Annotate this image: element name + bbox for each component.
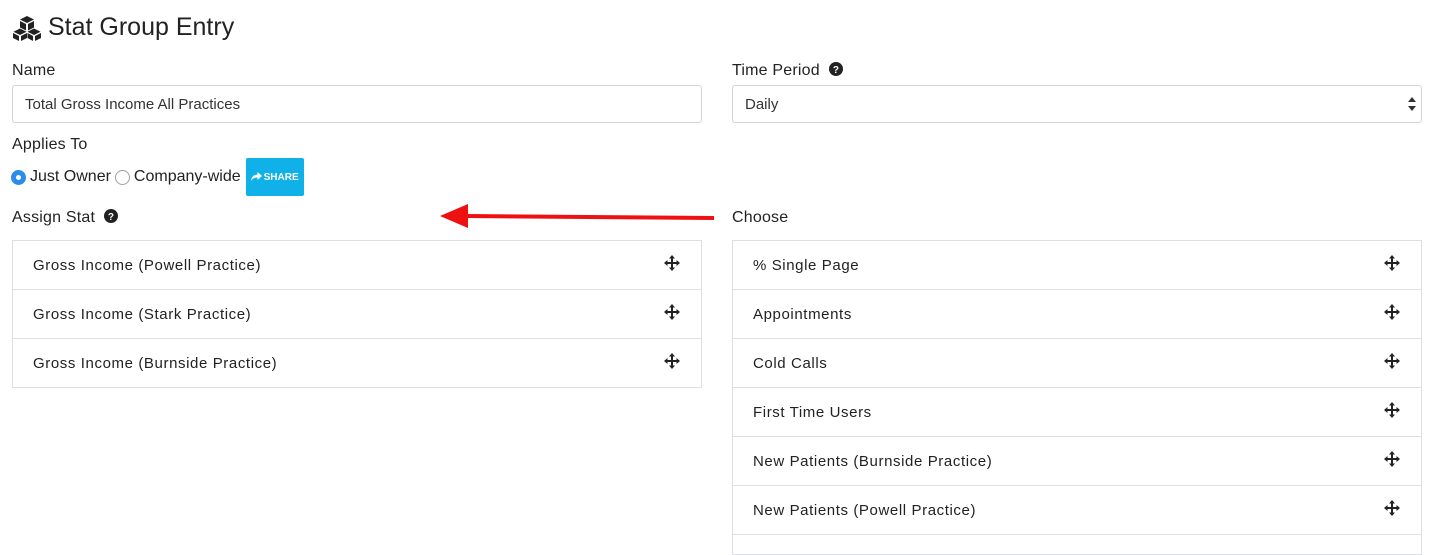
share-arrow-icon	[250, 172, 262, 181]
list-item[interactable]: Gross Income (Burnside Practice)	[13, 339, 701, 388]
list-item[interactable]: Appointments	[733, 290, 1421, 339]
list-item-label: % Single Page	[753, 256, 860, 274]
list-item[interactable]: Cold Calls	[733, 339, 1421, 388]
move-icon[interactable]	[664, 304, 680, 320]
list-item-label: Gross Income (Powell Practice)	[33, 256, 262, 274]
move-icon[interactable]	[1384, 500, 1400, 516]
radio-company-wide[interactable]	[114, 169, 130, 185]
time-period-value: Daily	[745, 95, 779, 113]
list-item-label: New Patients (Burnside Practice)	[753, 452, 993, 470]
move-icon[interactable]	[664, 353, 680, 369]
time-period-select[interactable]: Daily	[732, 85, 1422, 123]
list-item-label: New Patients (Powell Practice)	[753, 501, 977, 519]
applies-to-radio-group: Just Owner Company-wide SHARE	[11, 158, 304, 196]
time-period-label-wrap: Time Period ?	[732, 62, 843, 80]
list-item[interactable]: Gross Income (Powell Practice)	[13, 241, 701, 290]
name-label: Name	[12, 62, 56, 79]
list-item[interactable]: New Patients (Burnside Practice)	[733, 437, 1421, 486]
move-icon[interactable]	[1384, 451, 1400, 467]
page-title: Stat Group Entry	[12, 13, 234, 42]
name-input-value: Total Gross Income All Practices	[25, 95, 241, 113]
list-item[interactable]: Gross Income (Stark Practice)	[13, 290, 701, 339]
name-input[interactable]: Total Gross Income All Practices	[12, 85, 702, 123]
applies-to-label: Applies To	[12, 136, 88, 153]
question-circle-icon[interactable]: ?	[103, 209, 118, 223]
move-icon[interactable]	[1384, 304, 1400, 320]
svg-text:?: ?	[832, 65, 838, 76]
share-button[interactable]: SHARE	[245, 158, 304, 196]
move-icon[interactable]	[1384, 353, 1400, 369]
list-item[interactable]: % Single Page	[733, 241, 1421, 290]
list-item-label: Gross Income (Stark Practice)	[33, 305, 252, 323]
question-circle-icon[interactable]: ?	[828, 62, 843, 76]
radio-company-wide-label[interactable]: Company-wide	[134, 168, 241, 186]
list-item[interactable]: First Time Users	[733, 388, 1421, 437]
move-icon[interactable]	[664, 255, 680, 271]
radio-just-owner[interactable]	[11, 169, 26, 185]
move-icon[interactable]	[1384, 402, 1400, 418]
radio-just-owner-label[interactable]: Just Owner	[30, 168, 111, 186]
assign-stat-label: Assign Stat	[12, 209, 96, 226]
list-item-label: First Time Users	[753, 403, 872, 421]
list-item-label: Appointments	[753, 305, 852, 323]
assign-stat-label-wrap: Assign Stat ?	[12, 209, 118, 227]
share-button-label: SHARE	[263, 171, 299, 183]
cubes-icon	[13, 15, 41, 41]
choose-stats-list: % Single Page Appointments Cold Calls Fi…	[732, 240, 1422, 555]
list-item[interactable]	[733, 535, 1421, 555]
page-title-text: Stat Group Entry	[48, 13, 235, 41]
list-item[interactable]: New Patients (Powell Practice)	[733, 486, 1421, 535]
list-item-label: Cold Calls	[753, 354, 828, 372]
select-arrows-icon	[1408, 97, 1416, 111]
svg-text:?: ?	[108, 212, 114, 223]
annotation-arrow	[440, 204, 715, 228]
assigned-stats-list: Gross Income (Powell Practice) Gross Inc…	[12, 240, 702, 388]
list-item-label: Gross Income (Burnside Practice)	[33, 354, 278, 372]
move-icon[interactable]	[1384, 255, 1400, 271]
choose-label: Choose	[732, 209, 789, 226]
time-period-label: Time Period	[732, 62, 820, 79]
